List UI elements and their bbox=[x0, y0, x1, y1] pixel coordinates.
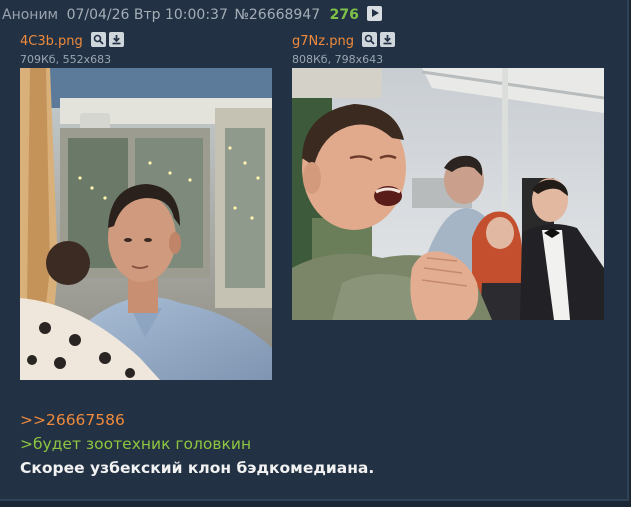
reply-count: 276 bbox=[329, 7, 359, 23]
download-icon[interactable] bbox=[108, 32, 124, 47]
search-icon[interactable] bbox=[362, 32, 378, 47]
post-container: Аноним 07/04/26 Втр 10:00:37 №26668947 2… bbox=[0, 0, 629, 501]
greentext-quote: >будет зоотехник головкин bbox=[20, 435, 252, 453]
file-name-link[interactable]: 4C3b.png bbox=[20, 34, 83, 49]
play-icon[interactable] bbox=[367, 6, 383, 21]
post-body: >>26667586 >будет зоотехник головкин Ско… bbox=[20, 408, 374, 480]
poster-name: Аноним bbox=[2, 7, 59, 23]
file-name-link[interactable]: g7Nz.png bbox=[292, 34, 354, 49]
file-meta: 808Кб, 798x643 bbox=[292, 53, 384, 66]
file-info-2: g7Nz.png 808Кб, 798x643 bbox=[292, 32, 398, 66]
post-message: Скорее узбекский клон бэдкомедиана. bbox=[20, 459, 375, 477]
thumbnail-image-1[interactable] bbox=[20, 68, 272, 380]
post-number[interactable]: №26668947 bbox=[234, 7, 320, 23]
post-date: 07/04/26 Втр 10:00:37 bbox=[66, 7, 228, 23]
reply-link[interactable]: >>26667586 bbox=[20, 408, 374, 432]
thumbnail-image-2[interactable] bbox=[292, 68, 604, 320]
search-icon[interactable] bbox=[90, 32, 106, 47]
file-info-1: 4C3b.png 709Кб, 552x683 bbox=[20, 32, 127, 66]
post-header: Аноним 07/04/26 Втр 10:00:37 №26668947 2… bbox=[2, 6, 383, 23]
download-icon[interactable] bbox=[380, 32, 396, 47]
file-meta: 709Кб, 552x683 bbox=[20, 53, 112, 66]
